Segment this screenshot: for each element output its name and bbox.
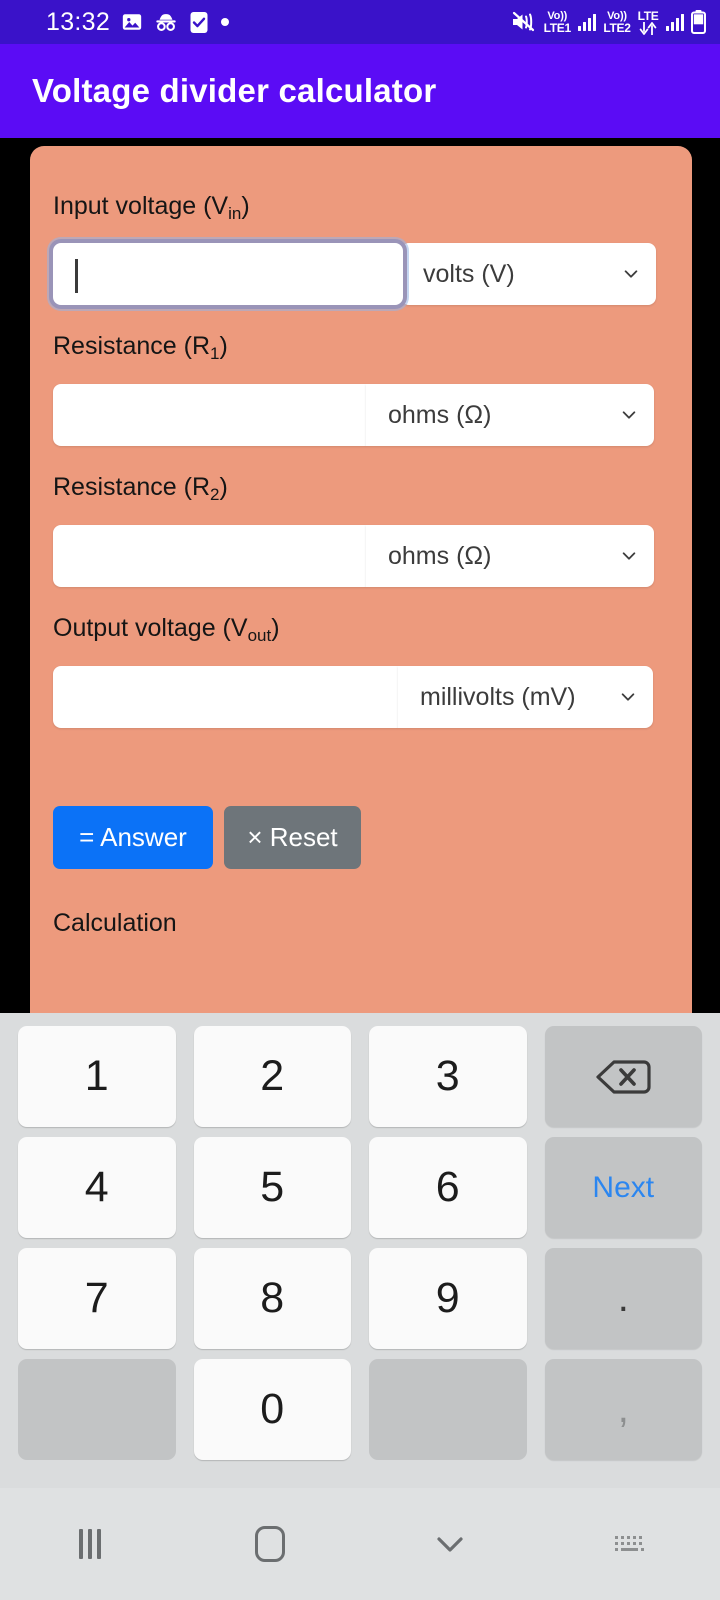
sim2-volte-label: Vo))	[607, 9, 627, 22]
sim2-network-label: LTE2	[603, 20, 631, 35]
label-resistance-r2: Resistance (R2)	[53, 473, 228, 504]
keyboard-switch-icon	[615, 1536, 644, 1551]
key-4[interactable]: 4	[18, 1137, 176, 1238]
nav-recents-button[interactable]	[0, 1529, 180, 1559]
label-input-voltage: Input voltage (Vin)	[53, 192, 250, 223]
page-body: Input voltage (Vin) volts (V) Resistance…	[0, 138, 720, 1013]
unit-select-resistance-r2[interactable]: ohms (Ω)	[366, 525, 654, 587]
label-resistance-r1: Resistance (R1)	[53, 332, 228, 363]
signal-bars-icon	[577, 13, 597, 31]
resistance-r1-field[interactable]	[53, 384, 366, 446]
label-output-voltage: Output voltage (Vout)	[53, 614, 280, 645]
answer-button[interactable]: = Answer	[53, 806, 213, 869]
status-bar-left: 13:32	[46, 8, 230, 37]
action-buttons: = Answer × Reset	[53, 806, 669, 869]
field-row-resistance-r2: ohms (Ω)	[53, 525, 669, 587]
data-indicator: LTE	[637, 8, 659, 36]
input-voltage-field[interactable]	[53, 243, 403, 305]
sim1-network-label: LTE1	[543, 20, 572, 35]
field-row-output-voltage: millivolts (mV)	[53, 666, 669, 728]
calculator-card: Input voltage (Vin) volts (V) Resistance…	[30, 146, 692, 1013]
resistance-r2-field[interactable]	[53, 525, 366, 587]
status-bar: 13:32 Vo)) LTE1 Vo)) LTE2 LTE	[0, 0, 720, 44]
mute-icon	[511, 11, 537, 33]
phone-screen: 13:32 Vo)) LTE1 Vo)) LTE2 LTE Voltage di…	[0, 0, 720, 1600]
unit-select-output-voltage[interactable]: millivolts (mV)	[398, 666, 653, 728]
key-blank-right[interactable]	[369, 1359, 527, 1460]
sim2-indicator: Vo)) LTE2	[603, 9, 631, 35]
battery-icon	[691, 10, 706, 34]
status-bar-clock: 13:32	[46, 7, 111, 36]
signal-bars-icon-2	[665, 13, 684, 31]
calculation-heading: Calculation	[53, 909, 177, 937]
sim1-volte-label: Vo))	[547, 9, 568, 22]
reset-button[interactable]: × Reset	[224, 806, 361, 869]
numeric-keyboard: 1 2 3 4 5 6 Next 7 8 9 . 0 ,	[0, 1013, 720, 1488]
keyboard-row: 1 2 3	[9, 1021, 711, 1132]
sim1-indicator: Vo)) LTE1	[543, 9, 572, 35]
keyboard-row: 0 ,	[9, 1354, 711, 1465]
chevron-down-icon	[621, 693, 635, 701]
home-icon	[255, 1526, 285, 1562]
field-row-input-voltage: volts (V)	[53, 243, 669, 305]
nav-home-button[interactable]	[180, 1526, 360, 1562]
chevron-down-icon	[624, 270, 638, 278]
key-comma[interactable]: ,	[544, 1359, 702, 1460]
key-2[interactable]: 2	[193, 1026, 351, 1127]
status-bar-right: Vo)) LTE1 Vo)) LTE2 LTE	[511, 8, 706, 36]
data-arrows-icon	[639, 20, 657, 36]
unit-select-input-voltage[interactable]: volts (V)	[401, 243, 656, 305]
key-8[interactable]: 8	[193, 1248, 351, 1349]
backspace-icon	[596, 1059, 651, 1094]
key-6[interactable]: 6	[369, 1137, 527, 1238]
chevron-down-icon	[622, 552, 636, 560]
nav-hide-keyboard-button[interactable]	[360, 1532, 540, 1556]
nav-keyboard-switch-button[interactable]	[540, 1532, 720, 1556]
key-next[interactable]: Next	[544, 1137, 702, 1238]
key-blank-left[interactable]	[18, 1359, 176, 1460]
key-7[interactable]: 7	[18, 1248, 176, 1349]
keyboard-row: 7 8 9 .	[9, 1243, 711, 1354]
key-9[interactable]: 9	[369, 1248, 527, 1349]
unit-select-value: ohms (Ω)	[388, 541, 492, 570]
output-voltage-field[interactable]	[53, 666, 398, 728]
field-row-resistance-r1: ohms (Ω)	[53, 384, 669, 446]
hide-keyboard-icon	[437, 1537, 463, 1552]
key-period[interactable]: .	[544, 1248, 702, 1349]
key-5[interactable]: 5	[193, 1137, 351, 1238]
page-title: Voltage divider calculator	[32, 72, 437, 109]
incognito-icon	[154, 11, 178, 33]
image-icon	[121, 11, 143, 33]
unit-select-value: ohms (Ω)	[388, 400, 492, 429]
unit-select-value: volts (V)	[423, 259, 515, 288]
key-backspace[interactable]	[544, 1026, 702, 1127]
text-caret	[75, 259, 78, 293]
key-0[interactable]: 0	[193, 1359, 351, 1460]
tasks-checkbox-icon	[189, 11, 209, 34]
network-type-label: LTE	[637, 8, 659, 23]
chevron-down-icon	[622, 411, 636, 419]
keyboard-row: 4 5 6 Next	[9, 1132, 711, 1243]
dot-icon	[220, 17, 230, 27]
android-nav-bar	[0, 1488, 720, 1600]
unit-select-resistance-r1[interactable]: ohms (Ω)	[366, 384, 654, 446]
key-1[interactable]: 1	[18, 1026, 176, 1127]
app-bar: Voltage divider calculator	[0, 44, 720, 138]
unit-select-value: millivolts (mV)	[420, 682, 576, 711]
key-3[interactable]: 3	[369, 1026, 527, 1127]
recents-icon	[79, 1529, 101, 1559]
